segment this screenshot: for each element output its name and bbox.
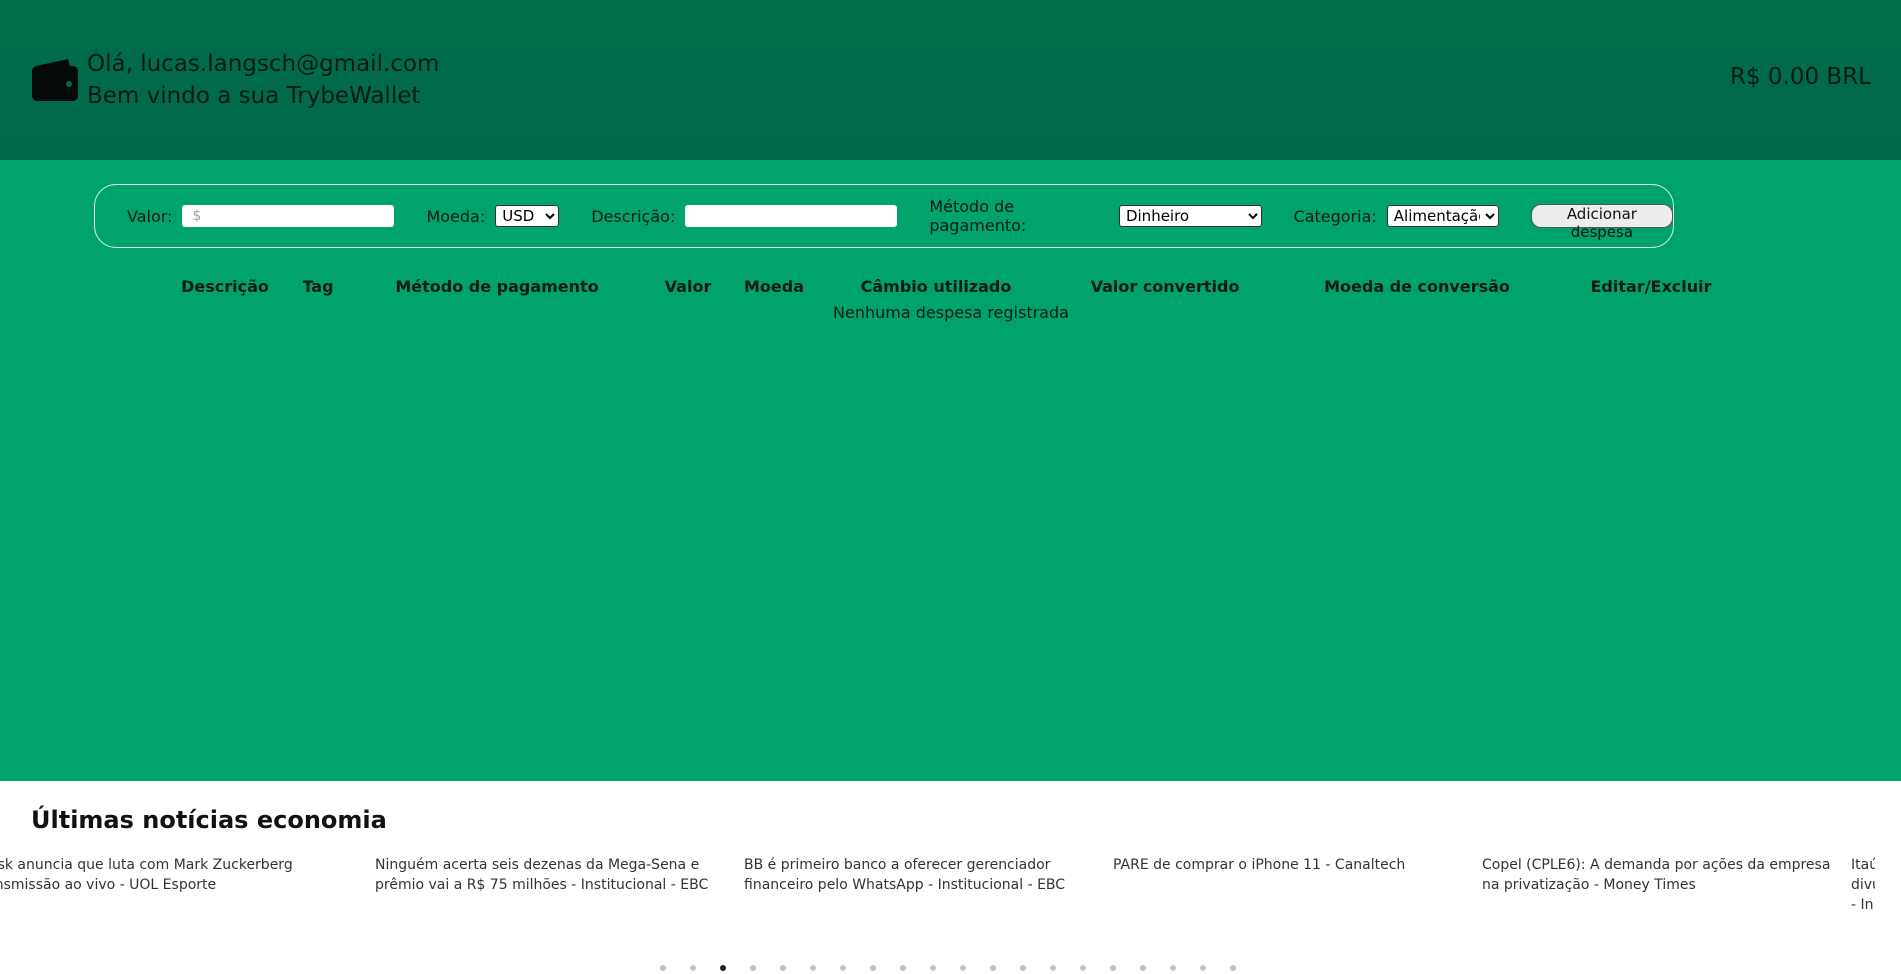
news-item[interactable]: Copel (CPLE6): A demanda por ações da em… (1482, 855, 1842, 895)
expense-form: Valor: Moeda: USD Descrição: Método de p… (94, 184, 1674, 248)
news-item[interactable]: PARE de comprar o iPhone 11 - Canaltech (1113, 855, 1473, 875)
header-descricao: Descrição (181, 277, 269, 296)
carousel-dot[interactable] (840, 965, 846, 971)
value-input[interactable] (182, 205, 395, 227)
currency-select[interactable]: USD (495, 205, 560, 227)
category-select[interactable]: Alimentação (1386, 205, 1499, 227)
app-header: Olá, lucas.langsch@gmail.com Bem vindo a… (0, 0, 1901, 160)
method-group: Método de pagamento: Dinheiro (929, 197, 1262, 235)
carousel-dot[interactable] (1080, 965, 1086, 971)
carousel-dot[interactable] (690, 965, 696, 971)
news-item[interactable]: Ninguém acerta seis dezenas da Mega-Sena… (375, 855, 735, 895)
value-label: Valor: (127, 206, 173, 226)
value-group: Valor: (127, 205, 395, 227)
wallet-icon (32, 59, 78, 101)
description-input[interactable] (685, 205, 898, 227)
carousel-dot[interactable] (780, 965, 786, 971)
category-label: Categoria: (1293, 206, 1377, 226)
empty-table-message: Nenhuma despesa registrada (833, 303, 1069, 322)
wallet-main: Valor: Moeda: USD Descrição: Método de p… (0, 160, 1901, 781)
header-metodo: Método de pagamento (395, 277, 599, 296)
currency-group: Moeda: USD (426, 205, 560, 227)
carousel-dot[interactable] (900, 965, 906, 971)
carousel-dot[interactable] (660, 965, 666, 971)
category-group: Categoria: Alimentação (1294, 205, 1499, 227)
carousel-dot[interactable] (990, 965, 996, 971)
carousel-dot[interactable] (720, 965, 726, 971)
carousel-dot[interactable] (1200, 965, 1206, 971)
carousel-dot[interactable] (1170, 965, 1176, 971)
header-moeda: Moeda (743, 277, 805, 296)
description-label: Descrição: (591, 206, 676, 226)
header-cambio: Câmbio utilizado (860, 277, 1012, 296)
carousel-dot[interactable] (750, 965, 756, 971)
header-valor-convertido: Valor convertido (1090, 277, 1240, 296)
header-editar-excluir: Editar/Excluir (1590, 277, 1712, 296)
news-item[interactable]: Elon Musk anuncia que luta com Mark Zuck… (0, 855, 302, 895)
header-tag: Tag (302, 277, 334, 296)
carousel-dot[interactable] (810, 965, 816, 971)
greeting-text: Olá, lucas.langsch@gmail.com (87, 51, 440, 77)
header-valor: Valor (664, 277, 712, 296)
carousel-dot[interactable] (960, 965, 966, 971)
news-carousel[interactable]: Elon Musk anuncia que luta com Mark Zuck… (0, 855, 1875, 915)
add-expense-button[interactable]: Adicionar despesa (1530, 204, 1673, 241)
carousel-dot[interactable] (930, 965, 936, 971)
news-item[interactable]: BB é primeiro banco a oferecer gerenciad… (744, 855, 1104, 895)
carousel-dot[interactable] (1230, 965, 1236, 971)
header-moeda-conversao: Moeda de conversão (1324, 277, 1510, 296)
currency-label: Moeda: (426, 206, 486, 226)
description-group: Descrição: (591, 205, 898, 227)
news-item[interactable]: Itaú divulga - In (1851, 855, 1875, 915)
carousel-dot[interactable] (1110, 965, 1116, 971)
carousel-dot[interactable] (1050, 965, 1056, 971)
method-select[interactable]: Dinheiro (1118, 205, 1262, 227)
welcome-text: Bem vindo a sua TrybeWallet (87, 83, 421, 109)
total-expenses: R$ 0.00 BRL (1729, 64, 1871, 90)
carousel-dot[interactable] (1020, 965, 1026, 971)
method-label: Método de pagamento: (929, 197, 1027, 235)
news-section: Últimas notícias economia Elon Musk anun… (0, 781, 1901, 974)
carousel-dot[interactable] (1140, 965, 1146, 971)
greeting-block: Olá, lucas.langsch@gmail.com Bem vindo a… (87, 48, 439, 112)
news-title: Últimas notícias economia (31, 806, 387, 834)
carousel-dot[interactable] (870, 965, 876, 971)
